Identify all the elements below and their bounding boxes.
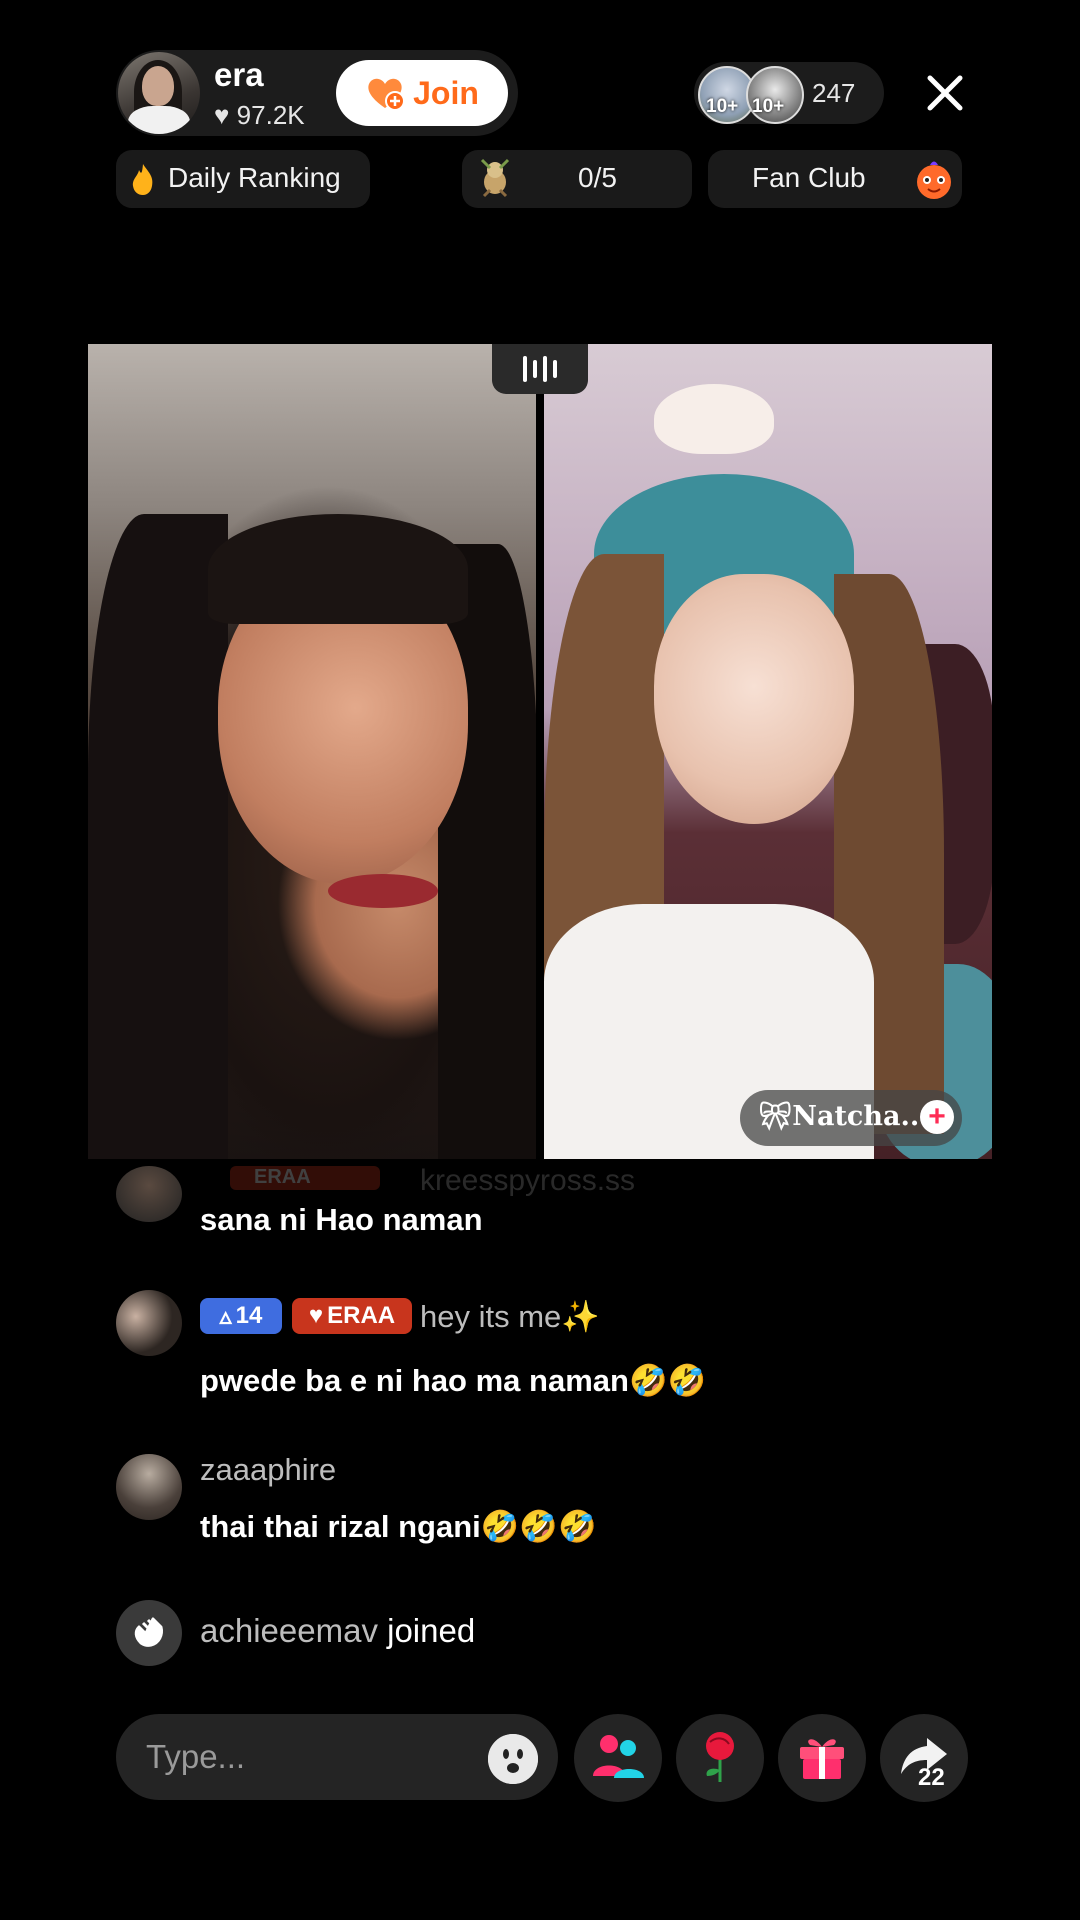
join-label: Join — [413, 74, 479, 111]
guest-video-feed[interactable] — [544, 344, 992, 1159]
triangle-level-icon: ▵ — [219, 1302, 232, 1330]
multi-guest-button[interactable] — [574, 1714, 662, 1802]
viewer-badge: 10+ — [706, 96, 739, 117]
emoji-icon[interactable] — [488, 1734, 538, 1784]
split-view-handle[interactable] — [492, 344, 588, 394]
rose-gift-button[interactable] — [676, 1714, 764, 1802]
joined-label: joined — [387, 1612, 476, 1649]
fan-club-badge: ♥ ERAA — [292, 1298, 412, 1334]
host-avatar[interactable] — [118, 52, 200, 134]
join-fan-club-button[interactable]: Join — [336, 60, 508, 126]
comment-text: thai thai rizal ngani🤣🤣🤣 — [200, 1509, 597, 1544]
comment-text: pwede ba e ni hao ma naman🤣🤣 — [200, 1363, 707, 1398]
comment-avatar[interactable] — [116, 1166, 182, 1222]
joined-notice: achieeemav joined — [200, 1612, 475, 1650]
fan-club-label[interactable]: Fan Club — [752, 162, 866, 194]
share-count: 22 — [918, 1764, 945, 1791]
level-badge: ▵ 14 — [200, 1298, 282, 1334]
joined-username[interactable]: achieeemav — [200, 1612, 378, 1649]
close-icon[interactable] — [920, 68, 970, 118]
fan-club-mascot-icon — [910, 156, 958, 202]
wave-icon — [116, 1600, 182, 1666]
comment-avatar[interactable] — [116, 1290, 182, 1356]
people-icon — [590, 1732, 646, 1785]
follow-guest-button[interactable]: + — [920, 1100, 954, 1134]
ribbon-icon: 🎀︎ — [758, 1101, 793, 1132]
comment-username[interactable]: hey its me✨ — [420, 1298, 600, 1335]
host-name[interactable]: era — [214, 56, 264, 94]
goal-progress: 0/5 — [578, 162, 617, 193]
faded-badge: ERAA — [230, 1166, 380, 1190]
viewer-count[interactable]: 247 — [812, 78, 855, 109]
comment-input-placeholder[interactable]: Type... — [146, 1738, 245, 1776]
heart-icon: ♥ — [214, 100, 230, 130]
comment-avatar[interactable] — [116, 1454, 182, 1520]
viewer-badge: 10+ — [752, 96, 785, 117]
host-likes-count: 97.2K — [236, 100, 305, 130]
gift-button[interactable] — [778, 1714, 866, 1802]
host-video-feed[interactable] — [88, 344, 536, 1159]
heart-badge-icon: ♥ — [308, 1302, 324, 1329]
trophy-character-icon — [474, 156, 516, 202]
fire-icon — [130, 162, 156, 196]
host-likes: ♥ 97.2K — [214, 100, 305, 131]
faded-username: kreesspyross.ss — [420, 1164, 636, 1197]
gift-icon — [796, 1731, 848, 1786]
daily-ranking-label[interactable]: Daily Ranking — [168, 162, 341, 194]
comment-text: sana ni Hao naman — [200, 1202, 483, 1237]
guest-name: 🎀︎Natcha... — [758, 1101, 929, 1132]
rose-icon — [695, 1728, 745, 1789]
heart-plus-icon — [365, 75, 406, 111]
comment-username[interactable]: zaaaphire — [200, 1452, 336, 1488]
